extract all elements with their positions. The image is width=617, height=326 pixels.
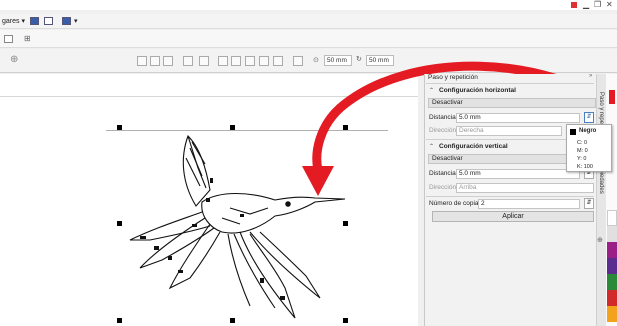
align-center-icon[interactable] — [231, 56, 241, 66]
docker-collapse-icon[interactable]: » — [589, 73, 592, 79]
vertical-settings-header[interactable]: Configuración vertical — [439, 143, 508, 150]
add-page-icon[interactable]: ⊕ — [10, 54, 18, 65]
align-right-icon[interactable] — [245, 56, 255, 66]
horizontal-settings-header[interactable]: Configuración horizontal — [439, 87, 516, 94]
palette-swatch[interactable] — [607, 290, 617, 306]
palette-swatch[interactable] — [607, 210, 617, 226]
standard-toolbar: gares ▾ ▾ — [0, 14, 617, 29]
tooltip-c-value: C: 0 — [577, 140, 588, 146]
display-icon[interactable] — [62, 17, 71, 25]
align-bottom-icon[interactable] — [273, 56, 283, 66]
collapse-horizontal-icon[interactable]: ⌃ — [429, 87, 434, 94]
divider — [426, 139, 566, 140]
trim-icon[interactable] — [199, 56, 209, 66]
save-icon[interactable] — [30, 17, 39, 25]
palette-swatch[interactable] — [607, 274, 617, 290]
tooltip-m-value: M: 0 — [577, 148, 588, 154]
palette-scroll-marker — [609, 90, 615, 104]
align-icon[interactable] — [44, 17, 53, 25]
order-icon[interactable] — [150, 56, 160, 66]
vertical-distance-label: Distancia: — [429, 170, 458, 177]
restore-icon[interactable]: ❐ — [594, 0, 601, 9]
tooltip-k-value: K: 100 — [577, 164, 593, 170]
tooltip-y-value: Y: 0 — [577, 156, 587, 162]
color-tooltip: Negro C: 0 M: 0 Y: 0 K: 100 — [566, 124, 612, 172]
horizontal-direction-field[interactable]: Derecha — [456, 126, 562, 136]
horizontal-distance-label: Distancia: — [429, 114, 458, 121]
collapse-vertical-icon[interactable]: ⌃ — [429, 143, 434, 150]
copies-label: Número de copias: — [429, 200, 484, 207]
minimize-icon[interactable]: ▁ — [583, 0, 589, 9]
copies-stepper-icon[interactable]: ⇵ — [584, 198, 594, 209]
palette-swatch[interactable] — [607, 242, 617, 258]
copies-field[interactable]: 2 — [478, 199, 580, 209]
palette-swatch[interactable] — [607, 258, 617, 274]
palette-swatch[interactable] — [607, 306, 617, 322]
title-bar: ▁ ❐ ✕ — [0, 0, 617, 10]
add-tab-icon[interactable]: ⊕ — [597, 236, 603, 244]
arrange-icon[interactable] — [137, 56, 147, 66]
divider — [426, 83, 594, 84]
display-dropdown[interactable]: ▾ — [74, 17, 78, 25]
horizontal-stepper-icon[interactable]: ⇵ — [584, 112, 594, 123]
workspace-dropdown[interactable]: gares ▾ — [2, 17, 25, 25]
horizontal-mode-dropdown[interactable]: Desactivar — [428, 98, 596, 108]
close-icon[interactable]: ✕ — [606, 0, 613, 9]
app-icon — [571, 2, 577, 8]
align-top-icon[interactable] — [259, 56, 269, 66]
vertical-direction-label: Dirección: — [429, 184, 458, 191]
align-left-icon[interactable] — [218, 56, 228, 66]
secondary-toolbar: ⊞ — [0, 30, 617, 48]
pick-icon[interactable] — [4, 35, 13, 43]
vertical-direction-field[interactable]: Arriba — [456, 183, 594, 193]
palette-swatch[interactable] — [607, 226, 617, 242]
transform-icon[interactable]: ⊞ — [24, 34, 31, 43]
black-swatch-icon — [570, 129, 576, 135]
vertical-distance-field[interactable]: 5.0 mm — [456, 169, 580, 179]
weld-icon[interactable] — [183, 56, 193, 66]
divider — [426, 196, 594, 197]
tooltip-color-name: Negro — [579, 128, 597, 134]
grid-icon[interactable] — [163, 56, 173, 66]
horizontal-direction-label: Dirección: — [429, 127, 458, 134]
docker-title: Paso y repetición — [428, 74, 478, 81]
apply-button[interactable]: Aplicar — [432, 211, 594, 222]
horizontal-distance-field[interactable]: 5.0 mm — [456, 113, 580, 123]
